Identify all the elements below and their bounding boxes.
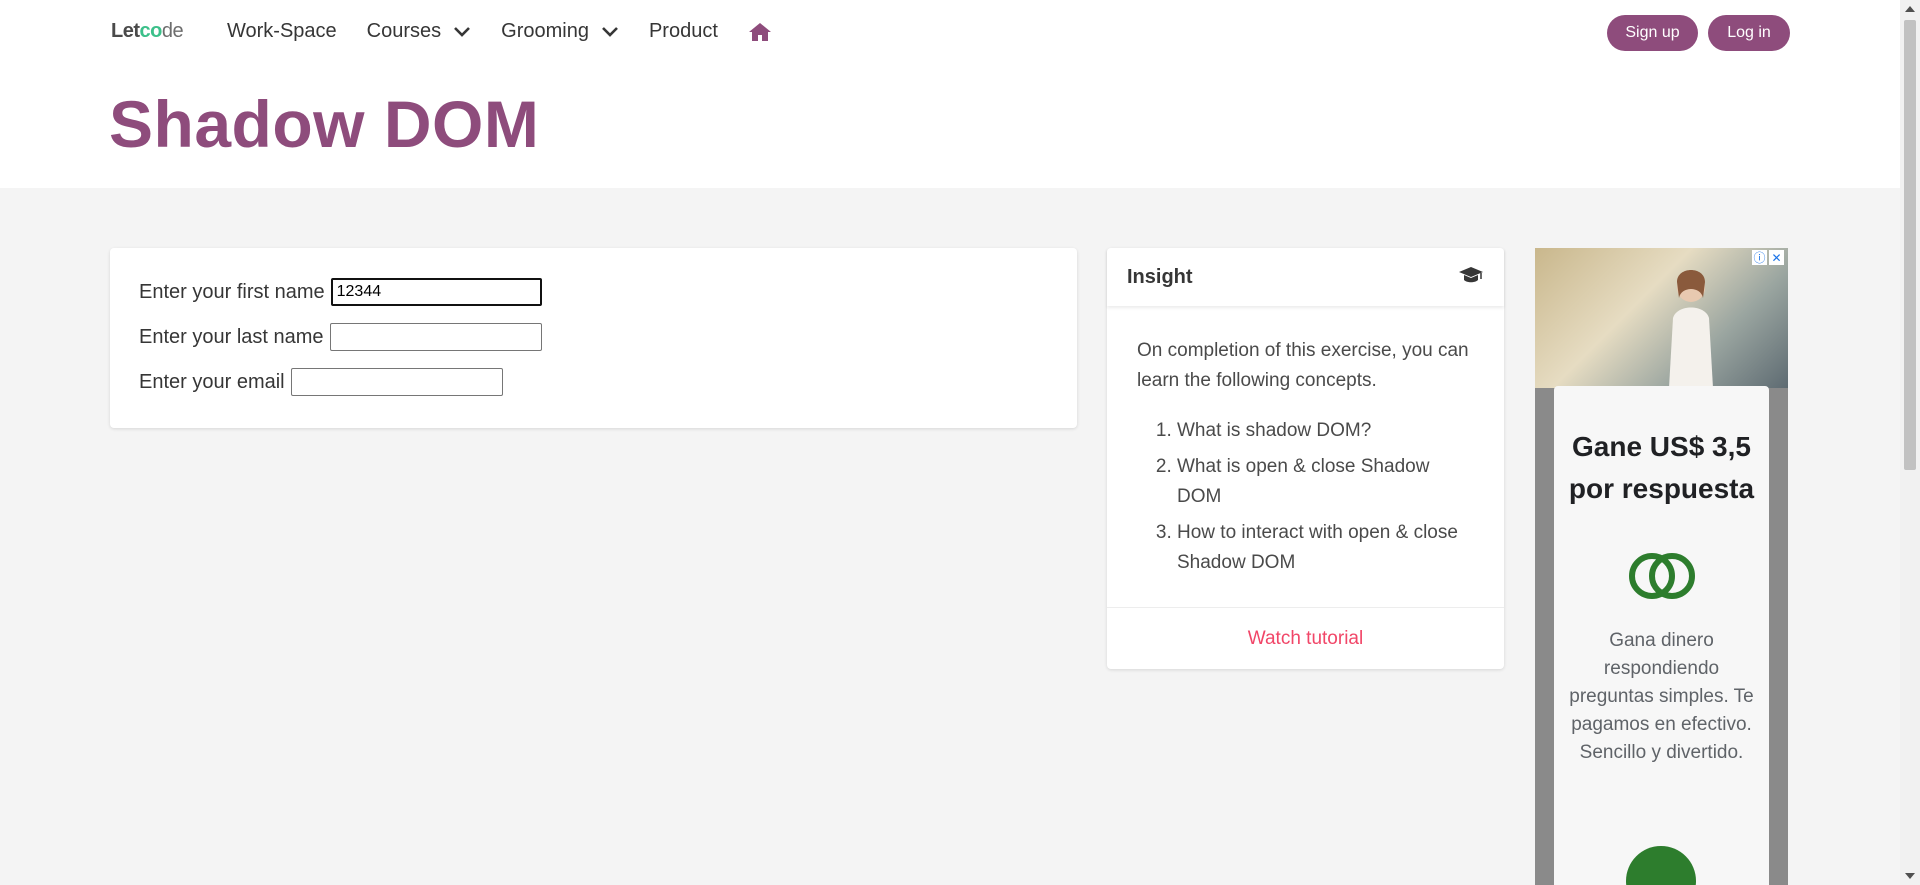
ad-brand-logo [1628,553,1695,599]
nav-grooming-dropdown[interactable]: Grooming [501,20,619,43]
nav-work-space[interactable]: Work-Space [227,20,337,43]
advertisement[interactable]: ⓘ ✕ Gane US$ 3,5 por respuesta Gana dine… [1535,248,1788,885]
chevron-down-icon [601,26,619,38]
info-icon[interactable]: ⓘ [1752,250,1767,265]
main-nav: Work-Space Courses Grooming Product [227,20,802,43]
list-item: How to interact with open & close Shadow… [1177,518,1474,578]
ad-description: Gana dinero respondiendo preguntas simpl… [1569,630,1754,763]
header: Letcode Work-Space Courses Grooming Prod… [0,0,1900,188]
graduation-cap-icon [1458,266,1484,289]
list-item: What is shadow DOM? [1177,416,1474,446]
watch-tutorial-link[interactable]: Watch tutorial [1248,628,1363,650]
insight-body: On completion of this exercise, you can … [1107,306,1504,578]
home-icon[interactable] [748,22,772,42]
scroll-up-arrow-icon[interactable] [1905,6,1915,12]
page-title: Shadow DOM [109,87,540,161]
page-scrollbar[interactable] [1900,0,1920,885]
person-image [1669,270,1713,388]
insight-card: Insight On completion of this exercise, … [1107,248,1504,669]
scroll-down-arrow-icon[interactable] [1905,873,1915,879]
ad-controls: ⓘ ✕ [1752,250,1784,265]
insight-title: Insight [1127,265,1193,288]
nav-product[interactable]: Product [649,20,718,43]
concept-list: What is shadow DOM? What is open & close… [1137,416,1474,578]
list-item: What is open & close Shadow DOM [1177,452,1474,512]
insight-footer: Watch tutorial [1107,607,1504,669]
last-name-label: Enter your last name [139,325,324,348]
ad-headline: Gane US$ 3,5 por respuesta [1568,431,1755,504]
last-name-row: Enter your last name [139,323,542,351]
email-input[interactable] [290,368,503,396]
email-row: Enter your email [139,368,503,396]
last-name-input[interactable] [329,323,542,351]
scroll-thumb[interactable] [1904,20,1916,470]
email-label: Enter your email [139,370,285,393]
signup-button[interactable]: Sign up [1607,15,1698,51]
first-name-input[interactable] [330,278,542,306]
first-name-row: Enter your first name [139,278,542,306]
chevron-down-icon [453,26,471,38]
first-name-label: Enter your first name [139,280,325,303]
login-button[interactable]: Log in [1708,15,1790,51]
close-icon[interactable]: ✕ [1769,250,1784,265]
shadow-dom-form-card: Enter your first name Enter your last na… [110,248,1077,428]
ad-panel: Gane US$ 3,5 por respuesta Gana dinero r… [1554,386,1769,885]
ad-photo [1535,248,1788,388]
insight-intro: On completion of this exercise, you can … [1137,340,1469,391]
insight-header: Insight [1107,248,1504,306]
ad-go-button[interactable] [1626,846,1696,885]
letcode-logo[interactable]: Letcode [111,20,184,43]
nav-courses-dropdown[interactable]: Courses [367,20,471,43]
